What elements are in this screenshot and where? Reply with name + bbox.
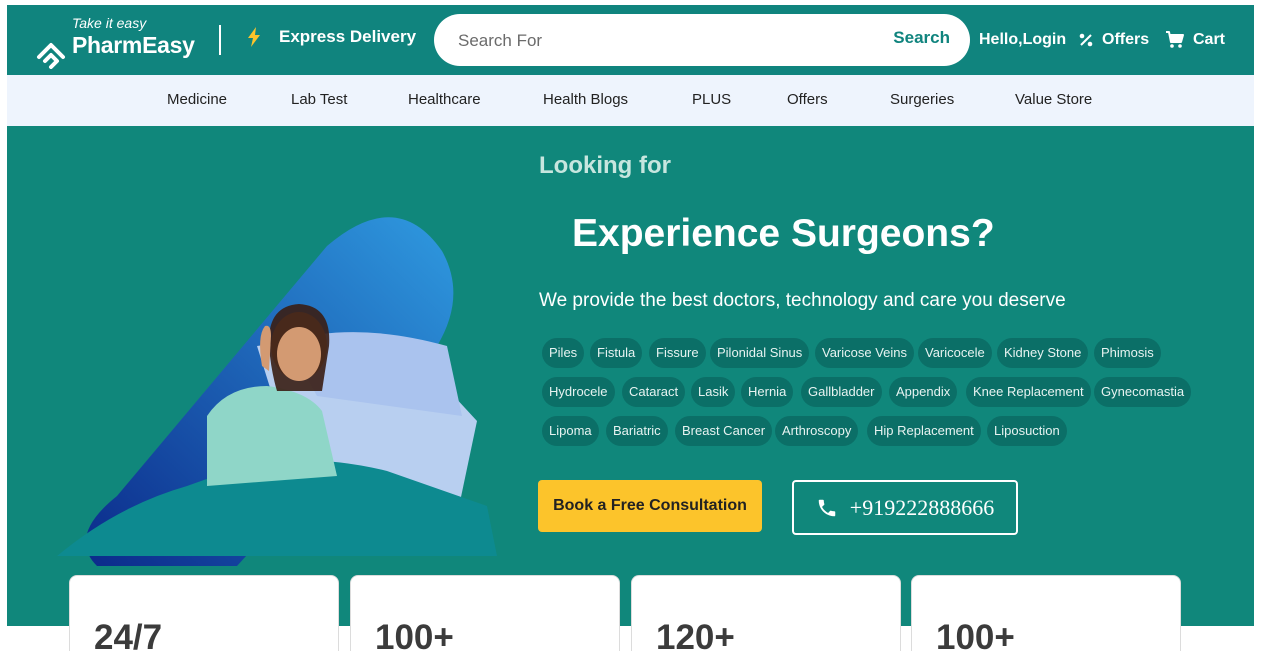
search-button[interactable]: Search	[893, 28, 950, 48]
nav-item-offers[interactable]: Offers	[787, 91, 828, 108]
chip-varicose-veins[interactable]: Varicose Veins	[815, 338, 915, 368]
chip-lipoma[interactable]: Lipoma	[542, 416, 599, 446]
chip-breast-cancer[interactable]: Breast Cancer	[675, 416, 773, 446]
top-header: Take it easy PharmEasy Express Delivery …	[7, 5, 1254, 75]
chip-hip-replacement[interactable]: Hip Replacement	[867, 416, 981, 446]
chip-knee-replacement[interactable]: Knee Replacement	[966, 377, 1091, 407]
chip-cataract[interactable]: Cataract	[622, 377, 686, 407]
logo-name: PharmEasy	[72, 32, 195, 58]
stat-card: 24/7	[69, 575, 339, 651]
chip-bariatric[interactable]: Bariatric	[606, 416, 668, 446]
chip-kidney-stone[interactable]: Kidney Stone	[997, 338, 1089, 368]
nav-item-healthcare[interactable]: Healthcare	[408, 91, 481, 108]
stat-value: 24/7	[94, 618, 163, 651]
login-link[interactable]: Hello,Login	[979, 31, 1066, 49]
search-bar: Search	[434, 14, 970, 66]
chip-hydrocele[interactable]: Hydrocele	[542, 377, 615, 407]
stat-card: 100+	[350, 575, 620, 651]
stat-value: 120+	[656, 618, 735, 651]
chip-gallbladder[interactable]: Gallbladder	[801, 377, 882, 407]
chip-liposuction[interactable]: Liposuction	[987, 416, 1067, 446]
stat-value: 100+	[375, 618, 454, 651]
cart-link[interactable]: Cart	[1165, 31, 1225, 49]
stat-value: 100+	[936, 618, 1015, 651]
stat-card: 120+	[631, 575, 901, 651]
lightning-icon	[248, 27, 260, 47]
hero-subtext: We provide the best doctors, technology …	[539, 290, 1066, 311]
chip-varicocele[interactable]: Varicocele	[918, 338, 992, 368]
offers-link[interactable]: Offers	[1078, 31, 1149, 49]
express-delivery-label: Express Delivery	[279, 27, 417, 46]
chip-appendix[interactable]: Appendix	[889, 377, 958, 407]
cart-icon	[1166, 31, 1184, 48]
hero-banner: Looking for Experience Surgeons? We prov…	[7, 126, 1254, 626]
header-divider	[219, 25, 221, 55]
percent-icon	[1079, 33, 1093, 47]
phone-call-button[interactable]: +919222888666	[792, 480, 1018, 535]
login-label: Hello,Login	[979, 31, 1067, 48]
patient-illustration	[57, 217, 497, 566]
book-consultation-button[interactable]: Book a Free Consultation	[538, 480, 762, 532]
hero-eyebrow: Looking for	[539, 152, 671, 179]
nav-item-value-store[interactable]: Value Store	[1015, 91, 1092, 108]
chip-fissure[interactable]: Fissure	[649, 338, 706, 368]
nav-item-medicine[interactable]: Medicine	[167, 91, 227, 108]
stat-card: 100+	[911, 575, 1181, 651]
offers-label: Offers	[1102, 31, 1150, 48]
logo-tagline: Take it easy	[72, 15, 147, 31]
chip-lasik[interactable]: Lasik	[691, 377, 736, 407]
page-frame: Take it easy PharmEasy Express Delivery …	[7, 5, 1254, 651]
nav-item-lab-test[interactable]: Lab Test	[291, 91, 347, 108]
search-input[interactable]	[456, 27, 860, 55]
chip-fistula[interactable]: Fistula	[590, 338, 643, 368]
nav-item-plus[interactable]: PLUS	[692, 91, 731, 108]
express-delivery-link[interactable]: Express Delivery	[247, 27, 416, 47]
nav-item-health-blogs[interactable]: Health Blogs	[543, 91, 628, 108]
chip-phimosis[interactable]: Phimosis	[1094, 338, 1161, 368]
chip-pilonidal-sinus[interactable]: Pilonidal Sinus	[710, 338, 810, 368]
cart-label: Cart	[1193, 31, 1226, 48]
chip-arthroscopy[interactable]: Arthroscopy	[775, 416, 859, 446]
hero-headline: Experience Surgeons?	[572, 212, 995, 255]
chip-gynecomastia[interactable]: Gynecomastia	[1094, 377, 1192, 407]
category-nav: Medicine Lab Test Healthcare Health Blog…	[7, 75, 1254, 126]
phone-number: +919222888666	[849, 494, 995, 520]
nav-item-surgeries[interactable]: Surgeries	[890, 91, 954, 108]
pharmeasy-logo-icon	[37, 43, 65, 69]
phone-icon	[818, 499, 836, 516]
chip-piles[interactable]: Piles	[542, 338, 585, 368]
chip-hernia[interactable]: Hernia	[741, 377, 794, 407]
